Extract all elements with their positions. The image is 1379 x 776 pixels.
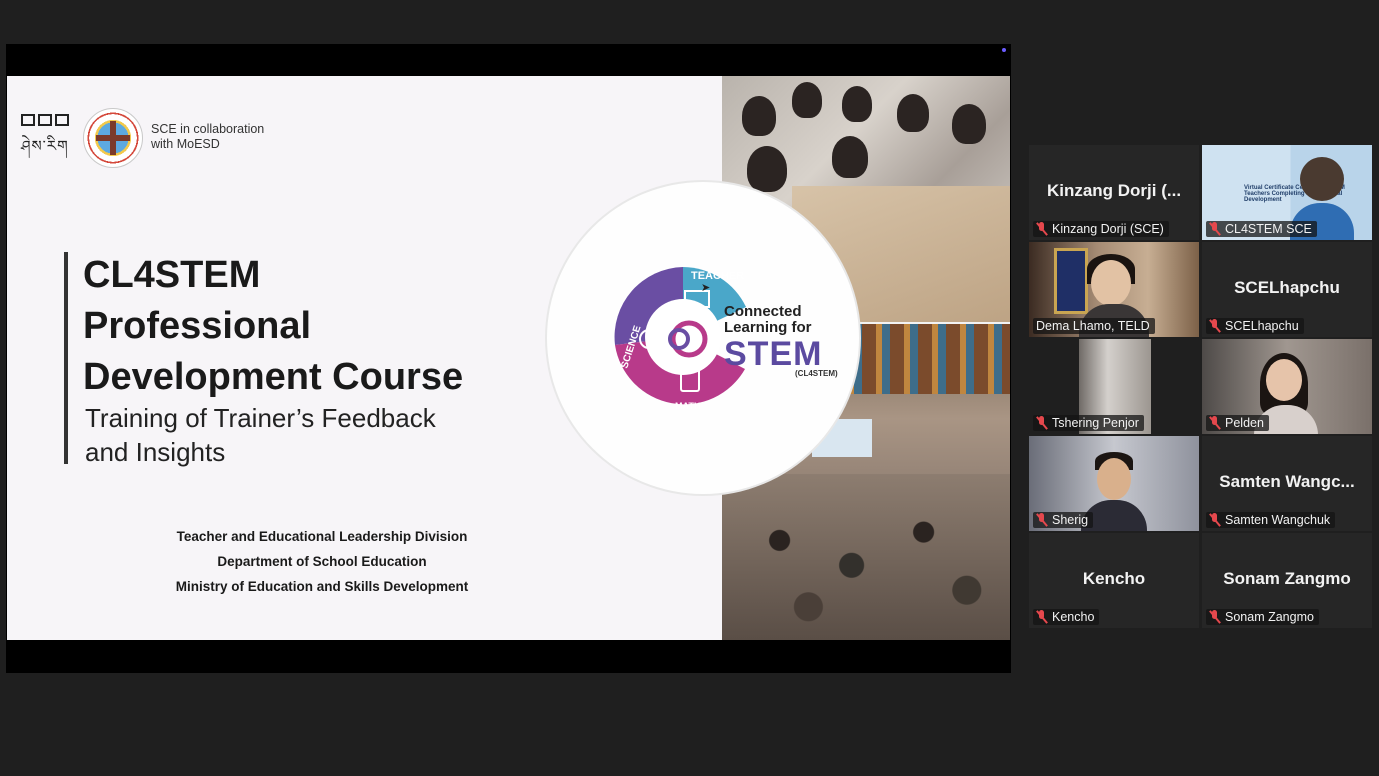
participant-tile[interactable]: Kinzang Dorji (... Kinzang Dorji (SCE) xyxy=(1029,145,1199,240)
share-indicator-dot xyxy=(1002,48,1006,52)
participant-name: Tshering Penjor xyxy=(1052,416,1139,430)
org-line-2: Department of School Education xyxy=(217,554,427,569)
participant-tile[interactable]: Sherig xyxy=(1029,436,1199,531)
participant-name: Dema Lhamo, TELD xyxy=(1036,319,1150,333)
participant-name: SCELhapchu xyxy=(1225,319,1299,333)
participant-tile[interactable]: Samten Wangc... Samten Wangchuk xyxy=(1202,436,1372,531)
participant-tile[interactable]: Sonam Zangmo Sonam Zangmo xyxy=(1202,533,1372,628)
mic-muted-icon xyxy=(1036,513,1048,527)
mouse-cursor-icon: ➤ xyxy=(701,282,711,294)
collaboration-text: SCE in collaboration with MoESD xyxy=(151,122,281,152)
mic-muted-icon xyxy=(1036,222,1048,236)
subtitle-line-1: Training of Trainer’s Feedback xyxy=(85,403,436,433)
title-line-3: Development Course xyxy=(83,356,464,398)
participant-name-tag: Tshering Penjor xyxy=(1033,415,1144,431)
participant-big-name: SCELhapchu xyxy=(1234,278,1340,297)
participant-gallery: Kinzang Dorji (... Kinzang Dorji (SCE) V… xyxy=(1029,145,1374,630)
participant-name: Samten Wangchuk xyxy=(1225,513,1331,527)
mic-muted-icon xyxy=(1209,513,1221,527)
title-line-1: CL4STEM xyxy=(83,254,261,296)
participant-name: Pelden xyxy=(1225,416,1264,430)
title-accent-bar xyxy=(64,252,68,464)
mic-muted-icon xyxy=(1209,416,1221,430)
participant-tile[interactable]: SCELhapchu SCELhapchu xyxy=(1202,242,1372,337)
participant-name-tag: Dema Lhamo, TELD xyxy=(1033,318,1155,334)
slide-title: CL4STEM Professional Development Course xyxy=(83,250,523,403)
participant-tile[interactable]: Tshering Penjor xyxy=(1029,339,1199,434)
logo-text-line-2: Learning for xyxy=(724,319,812,336)
dzongkha-logo: ཤེས་རིག xyxy=(21,114,73,160)
participant-name: Kinzang Dorji (SCE) xyxy=(1052,222,1164,236)
participant-big-name: Samten Wangc... xyxy=(1219,472,1355,491)
title-line-2: Professional xyxy=(83,305,312,347)
participant-name: Sonam Zangmo xyxy=(1225,610,1314,624)
math-label: MATH xyxy=(675,401,700,411)
participant-name-tag: Kencho xyxy=(1033,609,1100,625)
organization-lines: Teacher and Educational Leadership Divis… xyxy=(137,524,507,599)
college-seal-logo xyxy=(83,108,143,168)
participant-name-tag: Sherig xyxy=(1033,512,1094,528)
participant-tile-active-speaker[interactable]: Dema Lhamo, TELD xyxy=(1029,242,1199,337)
participant-name-tag: SCELhapchu xyxy=(1206,318,1304,334)
logo-text: Connected Learning for xyxy=(724,304,812,336)
participant-name: Kencho xyxy=(1052,610,1095,624)
participant-big-name: Kencho xyxy=(1082,569,1146,588)
org-line-1: Teacher and Educational Leadership Divis… xyxy=(176,529,468,544)
participant-name-tag: Kinzang Dorji (SCE) xyxy=(1033,221,1169,237)
participant-tile[interactable]: Virtual Certificate Ceremony: STEM Teach… xyxy=(1202,145,1372,240)
participant-tile[interactable]: Kencho Kencho xyxy=(1029,533,1199,628)
collab-line-1: SCE in collaboration xyxy=(151,122,265,136)
mic-muted-icon xyxy=(1209,610,1221,624)
mic-muted-icon xyxy=(1036,416,1048,430)
participant-name-tag: Pelden xyxy=(1206,415,1269,431)
teacher-label: TEACHER xyxy=(691,270,744,282)
participant-name: CL4STEM SCE xyxy=(1225,222,1312,236)
org-line-3: Ministry of Education and Skills Develop… xyxy=(175,579,469,594)
mic-muted-icon xyxy=(1036,610,1048,624)
participant-name-tag: Samten Wangchuk xyxy=(1206,512,1336,528)
logo-text-line-1: Connected xyxy=(724,303,802,320)
shared-slide: ཤེས་རིག SCE in collaboration with MoESD … xyxy=(7,76,1010,640)
mic-muted-icon xyxy=(1209,222,1221,236)
participant-tile[interactable]: Pelden xyxy=(1202,339,1372,434)
logo-acronym: (CL4STEM) xyxy=(795,369,838,378)
slide-subtitle: Training of Trainer’s Feedback and Insig… xyxy=(85,401,505,469)
participant-big-name: Sonam Zangmo xyxy=(1223,569,1351,588)
mic-muted-icon xyxy=(1209,319,1221,333)
participant-name: Sherig xyxy=(1052,513,1089,527)
collab-line-2: with MoESD xyxy=(151,137,220,151)
participant-name-tag: Sonam Zangmo xyxy=(1206,609,1319,625)
participant-name-tag: CL4STEM SCE xyxy=(1206,221,1317,237)
subtitle-line-2: and Insights xyxy=(85,437,226,467)
participant-big-name: Kinzang Dorji (... xyxy=(1046,181,1182,200)
